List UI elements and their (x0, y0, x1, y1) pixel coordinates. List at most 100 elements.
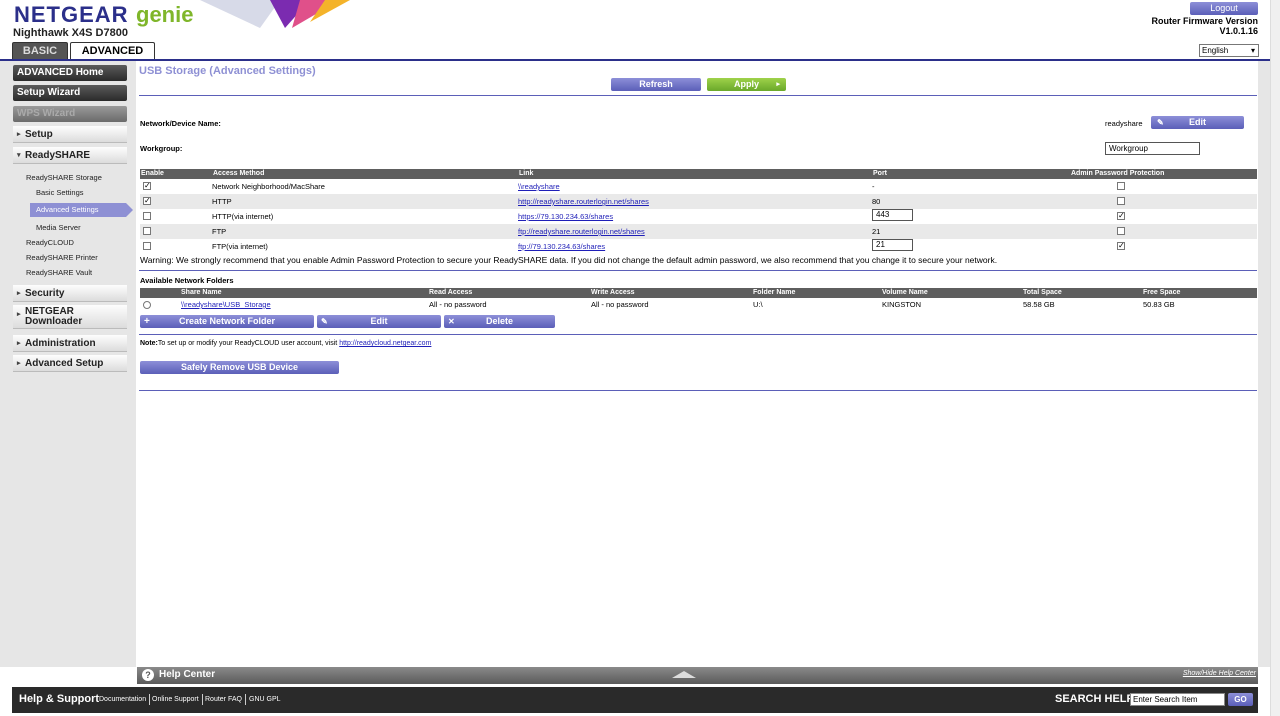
sidebar-item-wps-wizard[interactable]: WPS Wizard (13, 106, 127, 122)
access-link[interactable]: ftp://readyshare.routerlogin.net/shares (518, 227, 645, 236)
access-link[interactable]: ftp://79.130.234.63/shares (518, 242, 605, 251)
scrollbar[interactable] (1270, 0, 1280, 716)
create-folder-label: Create Network Folder (178, 316, 276, 326)
workgroup-label: Workgroup: (140, 144, 183, 153)
share-name-link[interactable]: \\readyshare\USB_Storage (181, 300, 271, 309)
gnu-gpl-link[interactable]: GNU GPL (249, 696, 281, 703)
table-row: ✓ Network Neighborhood/MacShare \\readys… (140, 179, 1257, 194)
column-header: Admin Password Protection (1071, 170, 1165, 177)
sidebar-item-readyshare-printer[interactable]: ReadySHARE Printer (26, 253, 98, 262)
column-header: Folder Name (753, 289, 796, 296)
password-protection-checkbox[interactable]: ✓ (1117, 242, 1125, 250)
search-input[interactable]: Enter Search Item (1130, 693, 1225, 706)
chevron-up-icon[interactable] (672, 671, 696, 678)
folder-edit-button[interactable]: ✎ Edit (317, 315, 441, 328)
language-select[interactable]: English ▾ (1199, 44, 1259, 57)
column-header: Enable (141, 170, 164, 177)
go-button[interactable]: GO (1228, 693, 1253, 706)
pencil-icon: ✎ (321, 317, 328, 326)
port-input[interactable]: 21 (872, 239, 913, 251)
help-icon: ? (142, 669, 154, 681)
folder-delete-button[interactable]: ✕ Delete (444, 315, 555, 328)
sidebar-item-basic-settings[interactable]: Basic Settings (36, 188, 84, 197)
port-value: 80 (872, 197, 881, 206)
enable-checkbox[interactable]: ✓ (143, 197, 151, 205)
workgroup-input[interactable]: Workgroup (1105, 142, 1200, 155)
page-title: USB Storage (Advanced Settings) (139, 65, 316, 77)
sidebar-item-security[interactable]: ▸ Security (13, 285, 127, 302)
sidebar-item-readyshare-storage[interactable]: ReadySHARE Storage (26, 173, 102, 182)
help-center-label[interactable]: Help Center (159, 669, 215, 680)
tab-basic[interactable]: BASIC (12, 42, 68, 60)
online-support-link[interactable]: Online Support (152, 696, 199, 703)
documentation-link[interactable]: Documentation (99, 696, 146, 703)
sidebar-item-label: Setup (25, 129, 53, 140)
sidebar-item-readycloud[interactable]: ReadyCLOUD (26, 238, 74, 247)
column-header: Share Name (181, 289, 222, 296)
access-method: HTTP(via internet) (212, 212, 274, 221)
note-text: To set up or modify your ReadyCLOUD user… (157, 340, 340, 347)
enable-checkbox[interactable] (143, 242, 151, 250)
enable-checkbox[interactable] (143, 227, 151, 235)
logout-button[interactable]: Logout (1190, 2, 1258, 15)
apply-button[interactable]: Apply ▸ (707, 78, 786, 91)
table-row: ✓ HTTP http://readyshare.routerlogin.net… (140, 194, 1257, 209)
sidebar-item-advanced-home[interactable]: ADVANCED Home (13, 65, 127, 81)
folder-edit-label: Edit (370, 316, 388, 326)
access-link[interactable]: http://readyshare.routerlogin.net/shares (518, 197, 649, 206)
folders-label: Available Network Folders (140, 276, 234, 285)
sidebar-item-setup-wizard[interactable]: Setup Wizard (13, 85, 127, 101)
play-icon: ▸ (776, 81, 780, 88)
sidebar-item-advanced-settings[interactable]: Advanced Settings (30, 203, 133, 217)
plus-icon: + (144, 316, 150, 327)
separator (202, 694, 203, 705)
enable-checkbox[interactable] (143, 212, 151, 220)
router-faq-link[interactable]: Router FAQ (205, 696, 242, 703)
access-table-header: Enable Access Method Link Port Admin Pas… (140, 169, 1257, 179)
column-header: Access Method (213, 170, 265, 177)
apply-label: Apply (733, 79, 759, 89)
password-protection-checkbox[interactable]: ✓ (1117, 212, 1125, 220)
create-folder-button[interactable]: + Create Network Folder (140, 315, 314, 328)
search-help-label: SEARCH HELP (1055, 693, 1134, 705)
folder-radio[interactable] (143, 301, 151, 309)
column-header: Read Access (429, 289, 473, 296)
triangle-right-icon: ▸ (17, 290, 21, 297)
show-hide-help-link[interactable]: Show/Hide Help Center (1183, 670, 1256, 677)
access-link[interactable]: \\readyshare (518, 182, 560, 191)
sidebar-item-netgear-downloader[interactable]: ▸ NETGEAR Downloader (13, 305, 127, 329)
access-link[interactable]: https://79.130.234.63/shares (518, 212, 613, 221)
sidebar-item-setup[interactable]: ▸ Setup (13, 126, 127, 143)
tab-advanced[interactable]: ADVANCED (70, 42, 155, 60)
readycloud-link[interactable]: http://readycloud.netgear.com (339, 340, 431, 347)
pencil-icon: ✎ (1157, 118, 1164, 127)
edit-label: Edit (1189, 117, 1206, 127)
enable-checkbox[interactable]: ✓ (143, 182, 151, 190)
password-protection-checkbox[interactable] (1117, 227, 1125, 235)
sidebar-item-media-server[interactable]: Media Server (36, 223, 81, 232)
password-protection-checkbox[interactable] (1117, 182, 1125, 190)
sidebar-item-advanced-setup[interactable]: ▸ Advanced Setup (13, 355, 127, 372)
sidebar-item-readyshare[interactable]: ▾ ReadySHARE (13, 147, 127, 164)
sidebar-item-administration[interactable]: ▸ Administration (13, 335, 127, 352)
port-input[interactable]: 443 (872, 209, 913, 221)
sidebar-item-readyshare-vault[interactable]: ReadySHARE Vault (26, 268, 92, 277)
edit-device-name-button[interactable]: ✎ Edit (1151, 116, 1244, 129)
help-center-bar[interactable] (137, 667, 1258, 684)
total-space: 58.58 GB (1023, 300, 1055, 309)
sidebar-item-label: Administration (25, 338, 96, 349)
folders-table-header: Share Name Read Access Write Access Fold… (140, 288, 1257, 298)
access-method: FTP (212, 227, 227, 236)
triangle-right-icon: ▸ (17, 340, 21, 347)
triangle-right-icon: ▸ (17, 131, 21, 138)
password-protection-checkbox[interactable] (1117, 197, 1125, 205)
right-margin (1258, 61, 1270, 667)
refresh-button[interactable]: Refresh (611, 78, 701, 91)
folder-delete-label: Delete (485, 316, 513, 326)
sidebar-item-label-2: Downloader (25, 316, 83, 327)
sidebar-item-label: ReadySHARE (25, 150, 91, 161)
separator (149, 694, 150, 705)
column-header: Link (519, 170, 534, 177)
safely-remove-button[interactable]: Safely Remove USB Device (140, 361, 339, 374)
free-space: 50.83 GB (1143, 300, 1175, 309)
